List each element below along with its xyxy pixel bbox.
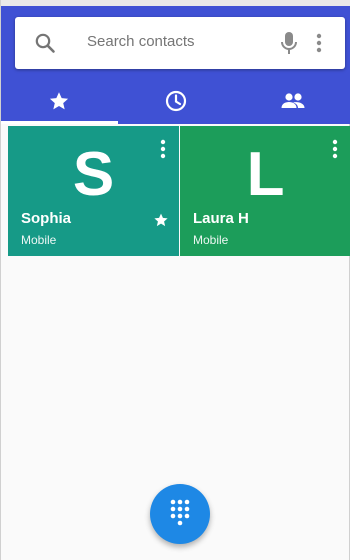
search-bar[interactable]: Search contacts (15, 17, 345, 69)
tab-contacts[interactable] (234, 78, 350, 124)
search-input[interactable]: Search contacts (87, 33, 195, 50)
status-strip (1, 0, 350, 6)
star-icon (153, 212, 169, 228)
tab-bar (1, 78, 350, 124)
favorite-tile-laura-h[interactable]: L Laura H Mobile (180, 126, 350, 256)
star-icon (48, 90, 70, 112)
tab-favorites[interactable] (1, 78, 118, 124)
contact-initial: S (72, 140, 115, 209)
dialpad-icon (168, 498, 192, 531)
more-vert-icon[interactable] (313, 31, 325, 55)
contact-name: Sophia (21, 210, 72, 227)
dialpad-button[interactable] (150, 484, 210, 544)
people-icon (280, 91, 306, 111)
search-icon (33, 31, 57, 55)
contact-name: Laura H (193, 210, 249, 227)
favorites-grid: S Sophia Mobile L Laura H Mobile (8, 126, 350, 256)
more-vert-icon[interactable] (158, 138, 168, 160)
more-vert-icon[interactable] (330, 138, 340, 160)
screen: Search contacts S Sophia Mobile L Laura … (0, 0, 350, 560)
tab-recents[interactable] (118, 78, 235, 124)
contact-phone-type: Mobile (21, 233, 57, 247)
clock-icon (164, 89, 188, 113)
app-bar: Search contacts (1, 0, 350, 124)
contact-initial: L (246, 140, 285, 209)
favorite-tile-sophia[interactable]: S Sophia Mobile (8, 126, 179, 256)
mic-icon[interactable] (277, 30, 301, 56)
contact-phone-type: Mobile (193, 233, 229, 247)
